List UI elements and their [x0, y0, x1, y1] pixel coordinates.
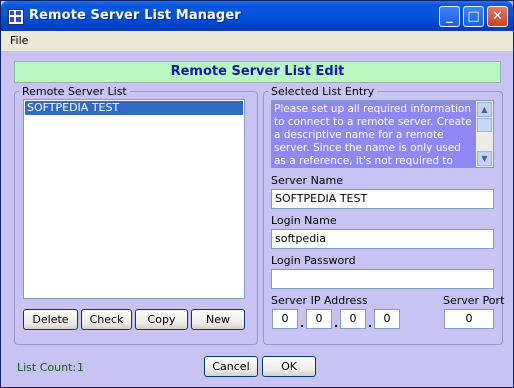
ok-button[interactable]: OK: [262, 356, 316, 377]
scroll-up-icon[interactable]: ▲: [477, 102, 492, 117]
ip-octet-2[interactable]: 0: [306, 309, 332, 329]
list-item[interactable]: SOFTPEDIA TEST: [25, 101, 243, 115]
main-window: Remote Server List Manager _ □ ✕ File Re…: [0, 0, 514, 388]
menu-file[interactable]: File: [10, 34, 28, 47]
server-list-legend: Remote Server List: [22, 85, 127, 98]
server-port-field[interactable]: 0: [444, 309, 494, 329]
ip-octet-3[interactable]: 0: [340, 309, 366, 329]
maximize-icon: □: [467, 9, 480, 24]
info-scrollbar[interactable]: ▲ ▼: [476, 101, 493, 167]
window-title: Remote Server List Manager: [29, 8, 241, 23]
login-password-label: Login Password: [271, 254, 356, 267]
scroll-thumb[interactable]: [477, 118, 492, 132]
cancel-button[interactable]: Cancel: [204, 356, 258, 377]
ip-separator: .: [300, 317, 305, 330]
ip-separator: .: [334, 317, 339, 330]
login-password-field[interactable]: [271, 269, 494, 289]
banner-title: Remote Server List Edit: [14, 61, 501, 83]
ip-octet-4[interactable]: 0: [374, 309, 400, 329]
server-name-label: Server Name: [271, 174, 344, 187]
server-name-field[interactable]: SOFTPEDIA TEST: [271, 189, 494, 209]
title-bar[interactable]: Remote Server List Manager _ □ ✕: [1, 1, 513, 31]
app-icon: [8, 9, 24, 25]
ip-octet-1[interactable]: 0: [272, 309, 298, 329]
minimize-button[interactable]: _: [439, 6, 460, 27]
list-count-value: 1: [77, 361, 84, 374]
info-text: Please set up all required information t…: [274, 103, 472, 167]
main-content: Remote Server List Edit Remote Server Li…: [1, 51, 513, 387]
server-listbox[interactable]: SOFTPEDIA TEST: [23, 99, 245, 299]
check-button[interactable]: Check: [81, 309, 132, 330]
new-button[interactable]: New: [191, 309, 245, 330]
copy-button[interactable]: Copy: [135, 309, 188, 330]
selected-entry-legend: Selected List Entry: [271, 85, 375, 98]
menu-bar: File: [1, 31, 513, 51]
server-port-label: Server Port: [443, 294, 505, 307]
info-textbox[interactable]: Please set up all required information t…: [271, 100, 494, 168]
server-ip-label: Server IP Address: [271, 294, 368, 307]
login-name-label: Login Name: [271, 214, 337, 227]
scroll-down-icon[interactable]: ▼: [477, 151, 492, 166]
close-button[interactable]: ✕: [487, 6, 508, 27]
minimize-icon: _: [446, 9, 453, 24]
list-count-label: List Count:: [17, 361, 77, 374]
delete-button[interactable]: Delete: [23, 309, 78, 330]
ip-separator: .: [368, 317, 373, 330]
maximize-button[interactable]: □: [463, 6, 484, 27]
login-name-field[interactable]: softpedia: [271, 229, 494, 249]
close-icon: ✕: [492, 9, 503, 24]
